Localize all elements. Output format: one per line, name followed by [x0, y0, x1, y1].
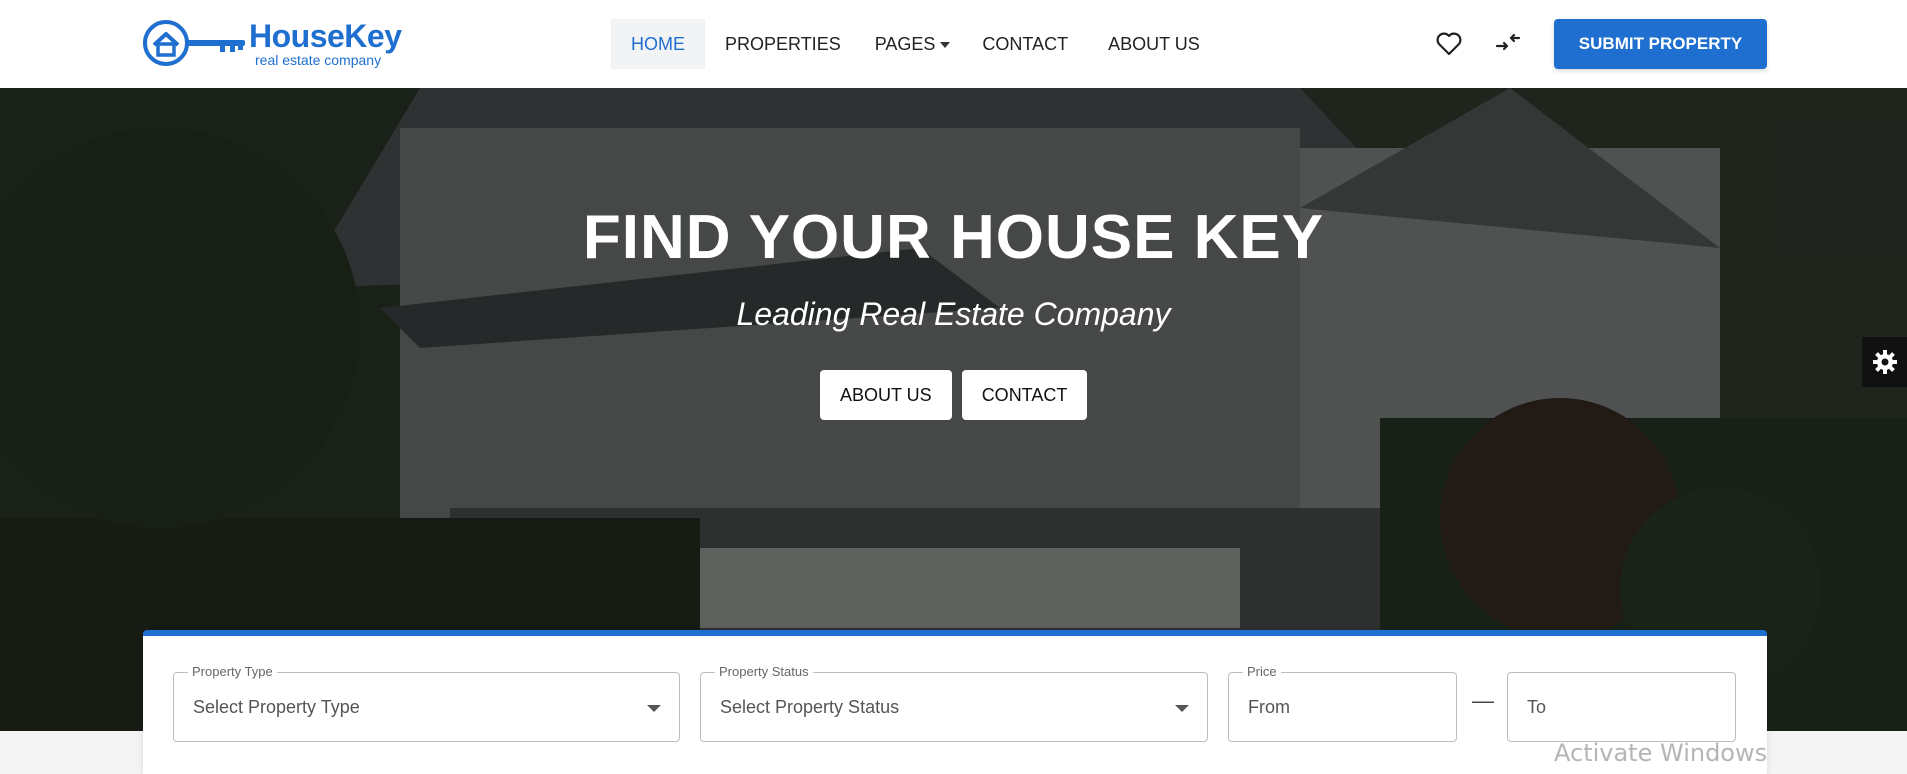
nav-pages-label: PAGES — [874, 34, 936, 54]
property-type-value: Select Property Type — [193, 697, 360, 717]
gear-icon — [1872, 350, 1897, 374]
activate-windows-watermark: Activate Windows — [1554, 739, 1768, 767]
property-status-label: Property Status — [715, 664, 813, 679]
contact-button[interactable]: CONTACT — [961, 370, 1088, 420]
logo[interactable]: HouseKey real estate company — [142, 18, 402, 68]
hero-buttons: ABOUT US CONTACT — [820, 370, 1088, 420]
submit-property-button[interactable]: SUBMIT PROPERTY — [1554, 19, 1767, 69]
logo-title: HouseKey — [249, 17, 402, 54]
property-status-select[interactable]: Property Status Select Property Status — [700, 664, 1208, 742]
property-status-value: Select Property Status — [720, 697, 900, 717]
price-label: Price — [1243, 664, 1281, 679]
price-from-input[interactable]: Price From — [1228, 664, 1457, 742]
nav-contact[interactable]: CONTACT — [964, 19, 1082, 69]
settings-toggle[interactable] — [1862, 337, 1907, 387]
property-search-panel: Property Type Select Property Type Prope… — [143, 630, 1767, 774]
nav-home[interactable]: HOME — [611, 19, 705, 69]
property-type-label: Property Type — [188, 664, 277, 679]
hero-title: FIND YOUR HOUSE KEY — [582, 203, 1325, 272]
main-nav: HOME PROPERTIES PAGES CONTACT ABOUT US — [611, 19, 1220, 69]
site-header: HouseKey real estate company HOME PROPER… — [0, 0, 1907, 88]
price-separator: — — [1472, 688, 1494, 713]
dropdown-arrow-icon — [1175, 705, 1189, 712]
caret-down-icon — [940, 42, 951, 49]
nav-about-us[interactable]: ABOUT US — [1082, 19, 1220, 69]
heart-icon[interactable] — [1435, 30, 1463, 58]
compare-icon[interactable] — [1495, 30, 1523, 58]
about-us-button[interactable]: ABOUT US — [820, 370, 952, 420]
house-key-logo-icon — [143, 20, 245, 66]
hero-subtitle: Leading Real Estate Company — [736, 296, 1171, 332]
price-to-placeholder: To — [1527, 697, 1547, 717]
price-from-placeholder: From — [1248, 697, 1290, 717]
property-type-select[interactable]: Property Type Select Property Type — [173, 664, 680, 742]
logo-subtitle: real estate company — [255, 51, 382, 68]
nav-pages[interactable]: PAGES — [861, 19, 965, 69]
nav-properties[interactable]: PROPERTIES — [705, 19, 861, 69]
dropdown-arrow-icon — [647, 705, 661, 712]
price-to-input[interactable]: To — [1507, 672, 1736, 742]
